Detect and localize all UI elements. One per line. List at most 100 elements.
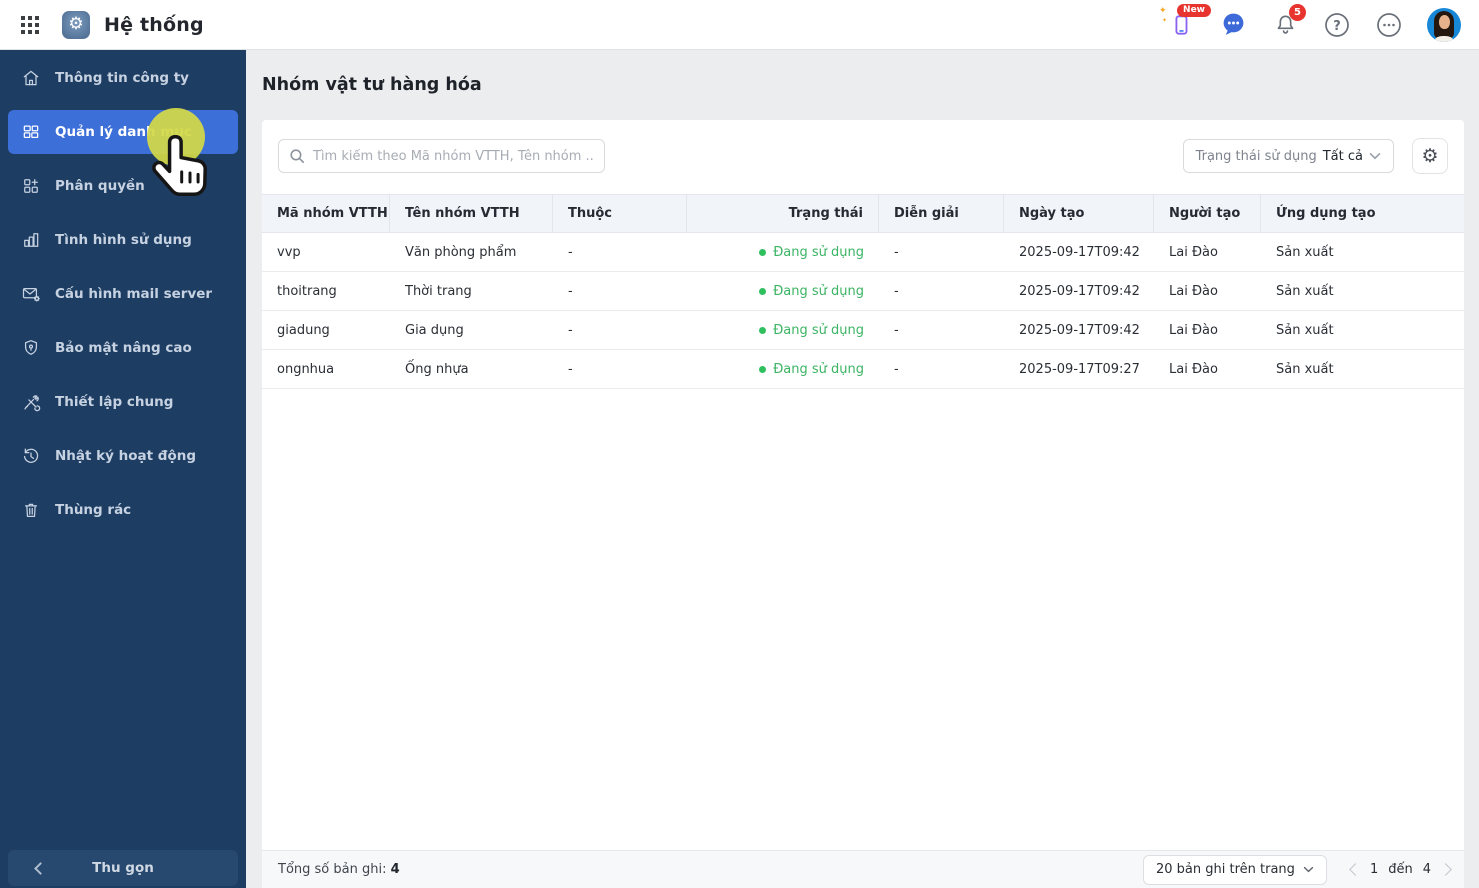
cell-name: Văn phòng phẩm [405,244,517,260]
cell-created-date: 2025-09-17T09:42 [1019,244,1140,260]
cell-created-by: Lai Đào [1169,283,1218,299]
sidebar-item-thung-rac[interactable]: Thùng rác [8,488,238,532]
app-title: Hệ thống [104,13,204,36]
sidebar-item-cau-hinh-mail-server[interactable]: Cấu hình mail server [8,272,238,316]
sidebar-item-label: Cấu hình mail server [55,286,213,302]
catalog-grid-icon [23,125,39,139]
home-icon [23,70,39,86]
cell-description: - [894,244,899,260]
sidebar-item-thong-tin-cong-ty[interactable]: Thông tin công ty [8,56,238,100]
column-header-created-app[interactable]: Ứng dụng tạo [1261,195,1464,232]
status-filter-dropdown[interactable]: Trạng thái sử dụng Tất cả [1182,139,1394,173]
status-dot-icon [759,326,767,334]
content-card: Trạng thái sử dụng Tất cả ⚙ Mã nhóm VTTH… [262,120,1464,888]
sidebar-nav: Thông tin công ty Quản lý danh mục Phân … [0,56,246,532]
status-filter-value: Tất cả [1322,148,1363,164]
sidebar-item-nhat-ky-hoat-dong[interactable]: Nhật ký hoạt động [8,434,238,478]
history-icon [23,448,39,463]
cell-name: Ống nhựa [405,361,469,377]
cell-code: ongnhua [277,361,335,377]
toolbar-right: Trạng thái sử dụng Tất cả ⚙ [1182,138,1448,174]
notification-bell-icon[interactable]: 5 [1271,3,1306,39]
next-page-button[interactable] [1439,863,1452,876]
tools-icon [24,395,41,412]
app-grid-icon[interactable] [20,15,40,35]
table-settings-button[interactable]: ⚙ [1412,138,1448,174]
collapse-label: Thu gọn [92,860,154,876]
total-records-label: Tổng số bản ghi: [278,862,387,877]
sidebar-item-tinh-hinh-su-dung[interactable]: Tình hình sử dụng [8,218,238,262]
column-header-description[interactable]: Diễn giải [879,195,1004,232]
column-header-code[interactable]: Mã nhóm VTTH [262,195,390,232]
column-header-parent[interactable]: Thuộc [553,195,687,232]
status-dot-icon [759,248,767,256]
sparkle-icon: ✦ [1159,5,1167,16]
sidebar-item-phan-quyen[interactable]: Phân quyền [8,164,238,208]
chevron-left-icon [34,861,47,875]
table-empty-area [262,389,1464,850]
sidebar-item-label: Quản lý danh mục [55,124,193,140]
cell-created-by: Lai Đào [1169,244,1218,260]
sidebar-item-label: Nhật ký hoạt động [55,448,197,464]
sidebar-item-label: Tình hình sử dụng [55,232,192,248]
range-end: 4 [1422,862,1431,877]
table-row[interactable]: thoitrang Thời trang - Đang sử dụng - 20… [262,272,1464,311]
sidebar-item-label: Thông tin công ty [55,70,189,86]
table-row[interactable]: giadung Gia dụng - Đang sử dụng - 2025-0… [262,311,1464,350]
sidebar-item-quan-ly-danh-muc[interactable]: Quản lý danh mục [8,110,238,154]
chevron-down-icon [1303,866,1314,873]
range-start: 1 [1369,862,1379,877]
pagination: 1 đến 4 [1349,862,1452,877]
topbar-left: ⚙ Hệ thống [20,10,204,39]
cell-created-by: Lai Đào [1169,322,1218,338]
cell-status: Đang sử dụng [687,311,879,349]
sidebar-item-label: Thùng rác [55,502,132,518]
status-dot-icon [759,287,767,295]
column-header-name[interactable]: Tên nhóm VTTH [390,195,553,232]
column-header-created-by[interactable]: Người tạo [1154,195,1261,232]
cell-name: Gia dụng [405,322,464,338]
cell-code: vvp [277,244,301,260]
chat-icon[interactable] [1219,11,1247,39]
sidebar-item-thiet-lap-chung[interactable]: Thiết lập chung [8,380,238,424]
column-header-status[interactable]: Trạng thái [687,195,879,232]
cell-description: - [894,322,899,338]
cell-parent: - [568,283,573,299]
table-row[interactable]: vvp Văn phòng phẩm - Đang sử dụng - 2025… [262,233,1464,272]
page-size-dropdown[interactable]: 20 bản ghi trên trang [1143,854,1327,885]
system-app-logo-gear-icon[interactable]: ⚙ [62,10,90,39]
help-icon[interactable]: ? [1323,11,1351,39]
cell-status: Đang sử dụng [687,272,879,310]
search-input[interactable] [313,148,594,164]
range-separator: đến [1388,862,1413,877]
cell-created-date: 2025-09-17T09:42 [1019,283,1140,299]
trash-icon [24,503,38,518]
sidebar-item-label: Thiết lập chung [55,394,174,410]
user-avatar[interactable] [1427,7,1461,42]
collapse-sidebar-button[interactable]: Thu gọn [8,850,238,886]
status-filter-label: Trạng thái sử dụng [1195,148,1317,164]
cell-created-app: Sản xuất [1276,322,1334,338]
cell-created-app: Sản xuất [1276,244,1334,260]
sidebar-item-label: Phân quyền [55,178,145,194]
table-row[interactable]: ongnhua Ống nhựa - Đang sử dụng - 2025-0… [262,350,1464,389]
more-options-icon[interactable] [1375,11,1403,39]
avatar-shirt [1435,35,1453,42]
sidebar-item-bao-mat-nang-cao[interactable]: Bảo mật nâng cao [8,326,238,370]
cell-code: giadung [277,322,330,338]
material-groups-table: Mã nhóm VTTH Tên nhóm VTTH Thuộc Trạng t… [262,194,1464,389]
previous-page-button[interactable] [1349,863,1362,876]
search-icon [290,149,305,164]
page-title: Nhóm vật tư hàng hóa [262,75,482,95]
cell-parent: - [568,322,573,338]
notification-count-badge: 5 [1289,3,1306,21]
column-header-created-date[interactable]: Ngày tạo [1004,195,1154,232]
avatar-face [1438,14,1450,29]
table-header-row: Mã nhóm VTTH Tên nhóm VTTH Thuộc Trạng t… [262,194,1464,233]
cell-parent: - [568,361,573,377]
cell-code: thoitrang [277,283,337,299]
mobile-app-icon[interactable]: ✦ ✦ New [1159,3,1211,39]
gear-icon: ⚙ [1421,145,1439,167]
cell-status: Đang sử dụng [687,233,879,271]
total-records: Tổng số bản ghi: 4 [278,862,400,877]
